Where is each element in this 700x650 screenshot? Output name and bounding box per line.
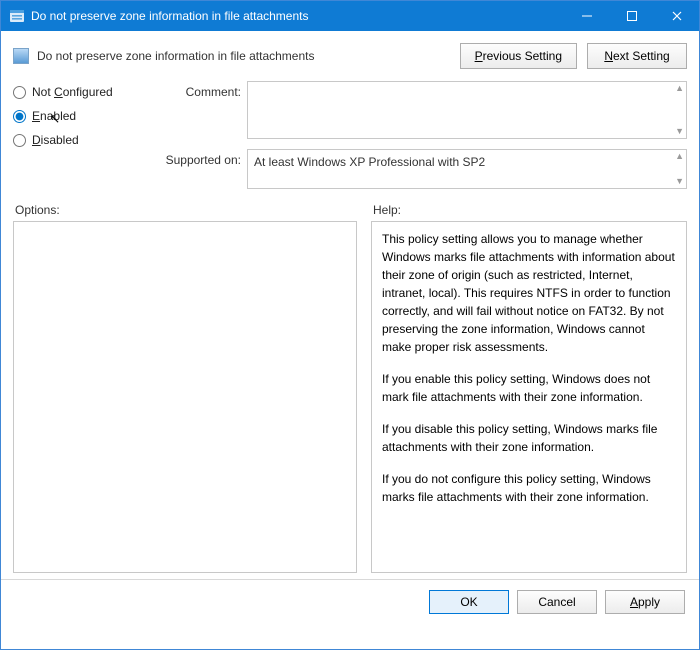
- options-panel[interactable]: [13, 221, 357, 573]
- panels: This policy setting allows you to manage…: [1, 221, 699, 579]
- state-radio-group: Not Configured Ena↖bled Disabled: [13, 81, 123, 189]
- radio-label: Not Configured: [32, 85, 113, 99]
- page-title: Do not preserve zone information in file…: [37, 49, 450, 63]
- apply-button[interactable]: Apply: [605, 590, 685, 614]
- supported-on-value: At least Windows XP Professional with SP…: [254, 155, 485, 169]
- scroll-down-icon: ▼: [675, 127, 684, 136]
- minimize-button[interactable]: [564, 1, 609, 31]
- radio-disabled[interactable]: Disabled: [13, 133, 123, 147]
- radio-label: Disabled: [32, 133, 79, 147]
- close-button[interactable]: [654, 1, 699, 31]
- help-label: Help:: [373, 203, 401, 217]
- cursor-icon: ↖: [49, 111, 60, 127]
- help-paragraph: If you do not configure this policy sett…: [382, 470, 676, 506]
- comment-label: Comment:: [151, 81, 241, 99]
- radio-disabled-input[interactable]: [13, 134, 26, 147]
- scroll-up-icon: ▲: [675, 84, 684, 93]
- comment-textbox[interactable]: ▲ ▼: [247, 81, 687, 139]
- config-area: Not Configured Ena↖bled Disabled Comment…: [1, 75, 699, 199]
- scroll-up-icon: ▲: [675, 152, 684, 161]
- window-icon: [9, 8, 25, 24]
- supported-on-textbox: At least Windows XP Professional with SP…: [247, 149, 687, 189]
- supported-on-label: Supported on:: [151, 149, 241, 167]
- title-bar: Do not preserve zone information in file…: [1, 1, 699, 31]
- radio-not-configured[interactable]: Not Configured: [13, 85, 123, 99]
- cancel-button[interactable]: Cancel: [517, 590, 597, 614]
- help-paragraph: If you disable this policy setting, Wind…: [382, 420, 676, 456]
- maximize-button[interactable]: [609, 1, 654, 31]
- policy-icon: [13, 48, 29, 64]
- radio-enabled[interactable]: Ena↖bled: [13, 109, 123, 123]
- help-paragraph: This policy setting allows you to manage…: [382, 230, 676, 356]
- scroll-down-icon: ▼: [675, 177, 684, 186]
- previous-setting-button[interactable]: Previous Setting: [460, 43, 577, 69]
- window-title: Do not preserve zone information in file…: [31, 9, 564, 23]
- help-paragraph: If you enable this policy setting, Windo…: [382, 370, 676, 406]
- header-row: Do not preserve zone information in file…: [1, 31, 699, 75]
- panels-labels: Options: Help:: [1, 199, 699, 221]
- radio-label: Ena↖bled: [32, 109, 76, 123]
- radio-enabled-input[interactable]: [13, 110, 26, 123]
- ok-button[interactable]: OK: [429, 590, 509, 614]
- next-setting-button[interactable]: Next Setting: [587, 43, 687, 69]
- options-label: Options:: [15, 203, 359, 217]
- help-panel[interactable]: This policy setting allows you to manage…: [371, 221, 687, 573]
- dialog-footer: OK Cancel Apply: [1, 579, 699, 624]
- fields-column: Comment: ▲ ▼ Supported on: At least Wind…: [151, 81, 687, 189]
- radio-not-configured-input[interactable]: [13, 86, 26, 99]
